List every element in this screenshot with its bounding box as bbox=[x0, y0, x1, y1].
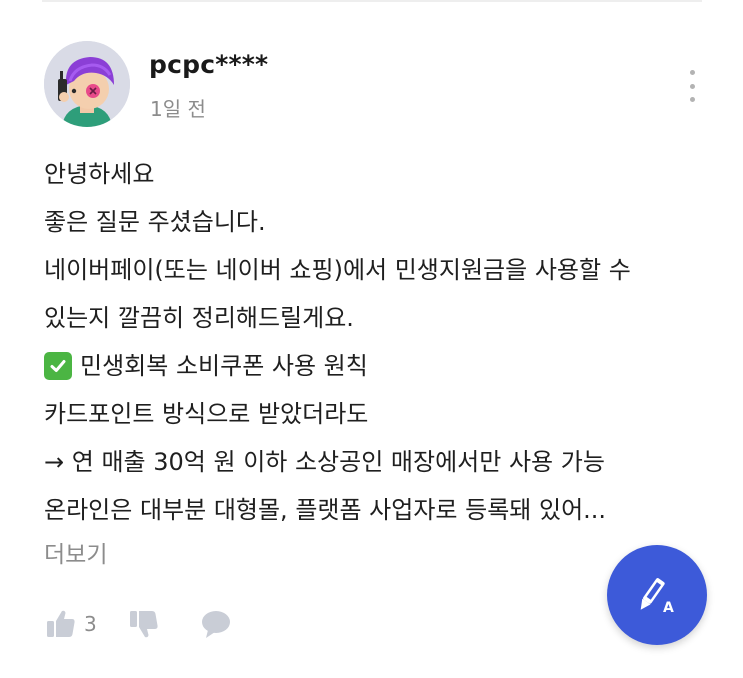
like-count: 3 bbox=[84, 612, 97, 636]
dislike-button[interactable] bbox=[127, 607, 161, 641]
answer-body: 안녕하세요 좋은 질문 주셨습니다. 네이버페이(또는 네이버 쇼핑)에서 민생… bbox=[44, 150, 709, 534]
more-options-button[interactable] bbox=[680, 66, 704, 106]
username[interactable]: pcpc**** bbox=[149, 50, 268, 79]
avatar-illustration bbox=[44, 41, 130, 127]
more-dot-icon bbox=[689, 97, 695, 102]
avatar[interactable] bbox=[44, 41, 130, 127]
reaction-bar: 3 bbox=[44, 604, 233, 644]
like-button[interactable]: 3 bbox=[44, 607, 97, 641]
answer-line: 온라인은 대부분 대형몰, 플랫폼 사업자로 등록돼 있어... bbox=[44, 496, 607, 524]
comment-button[interactable] bbox=[199, 607, 233, 641]
see-more-link[interactable]: 더보기 bbox=[44, 535, 107, 569]
more-dot-icon bbox=[689, 70, 695, 75]
answer-line: 네이버페이(또는 네이버 쇼핑)에서 민생지원금을 사용할 수 bbox=[44, 256, 631, 284]
top-divider bbox=[42, 0, 702, 2]
answer-line: 안녕하세요 bbox=[44, 160, 155, 188]
check-mark-icon bbox=[44, 352, 72, 380]
thumbs-up-icon bbox=[47, 610, 75, 637]
answer-line-heading: 민생회복 소비쿠폰 사용 원칙 bbox=[44, 342, 709, 390]
answer-line: 있는지 깔끔히 정리해드릴게요. bbox=[44, 304, 354, 332]
answer-line: → 연 매출 30억 원 이하 소상공인 매장에서만 사용 가능 bbox=[44, 448, 605, 476]
answer-line: 좋은 질문 주셨습니다. bbox=[44, 208, 266, 236]
comment-bubble-icon bbox=[201, 611, 230, 638]
more-dot-icon bbox=[689, 83, 695, 89]
thumbs-down-icon bbox=[129, 611, 158, 638]
heading-text: 민생회복 소비쿠폰 사용 원칙 bbox=[80, 352, 368, 380]
answer-line: 카드포인트 방식으로 받았더라도 bbox=[44, 400, 369, 428]
timestamp: 1일 전 bbox=[150, 97, 206, 121]
write-answer-button[interactable]: A bbox=[607, 545, 707, 645]
pencil-write-icon: A bbox=[640, 578, 674, 616]
svg-text:A: A bbox=[663, 600, 674, 616]
